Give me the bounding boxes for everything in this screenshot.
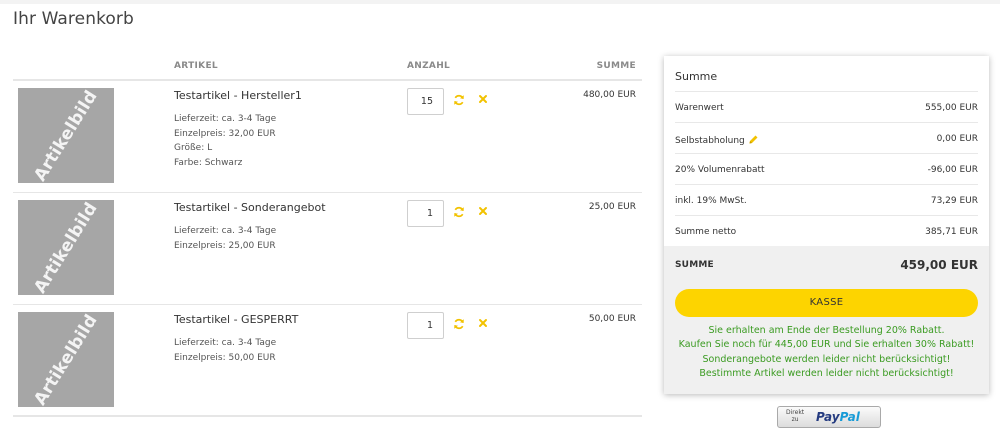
summary-row-merchandise: Warenwert 555,00 EUR <box>675 91 978 122</box>
product-image-placeholder[interactable]: Artikelbild <box>18 200 114 295</box>
summary-label-wrap: Selbstabholung <box>675 134 759 146</box>
product-title[interactable]: Testartikel - GESPERRT <box>174 313 298 326</box>
quantity-input[interactable]: 1 <box>407 200 444 227</box>
summary-value: 0,00 EUR <box>936 134 978 144</box>
close-icon[interactable] <box>478 94 488 104</box>
close-icon[interactable] <box>478 318 488 328</box>
summary-title: Summe <box>675 70 718 83</box>
unit-price: Einzelpreis: 25,00 EUR <box>174 240 276 251</box>
summary-row-discount: 20% Volumenrabatt -96,00 EUR <box>675 153 978 184</box>
cart-table: ARTIKEL ANZAHL SUMME Artikelbild Testart… <box>13 56 642 417</box>
summary-row-vat: inkl. 19% MwSt. 73,29 EUR <box>675 184 978 215</box>
quantity-input[interactable]: 1 <box>407 312 444 339</box>
size: Größe: L <box>174 143 213 153</box>
line-total: 480,00 EUR <box>583 90 636 100</box>
color: Farbe: Schwarz <box>174 157 243 168</box>
summary-value: 555,00 EUR <box>925 103 978 113</box>
summary-label: Selbstabholung <box>675 136 745 146</box>
order-summary: Summe Warenwert 555,00 EUR Selbstabholun… <box>664 56 989 394</box>
cart-row: Artikelbild Testartikel - GESPERRT Liefe… <box>13 305 642 417</box>
column-header-total: SUMME <box>596 61 636 71</box>
discount-note: Sonderangebote werden leider nicht berüc… <box>702 353 951 365</box>
summary-label: inkl. 19% MwSt. <box>675 196 747 206</box>
discount-notes: Sie erhalten am Ende der Bestellung 20% … <box>664 324 989 381</box>
column-header-quantity: ANZAHL <box>407 61 451 71</box>
delivery-time: Lieferzeit: ca. 3-4 Tage <box>174 114 277 124</box>
summary-label: Summe netto <box>675 227 737 237</box>
refresh-icon[interactable] <box>453 94 465 106</box>
summary-label: Warenwert <box>675 103 724 113</box>
summary-label: 20% Volumenrabatt <box>675 165 765 175</box>
line-total: 50,00 EUR <box>588 314 636 324</box>
checkout-button[interactable]: KASSE <box>675 289 978 317</box>
refresh-icon[interactable] <box>453 206 465 218</box>
discount-note: Kaufen Sie noch für 445,00 EUR und Sie e… <box>678 339 975 351</box>
summary-row-shipping: Selbstabholung 0,00 EUR <box>675 122 978 153</box>
quantity-input[interactable]: 15 <box>407 88 444 115</box>
total-value: 459,00 EUR <box>900 258 978 272</box>
product-details: Lieferzeit: ca. 3-4 Tage Einzelpreis: 25… <box>174 224 276 253</box>
product-details: Lieferzeit: ca. 3-4 Tage Einzelpreis: 50… <box>174 336 276 365</box>
unit-price: Einzelpreis: 32,00 EUR <box>174 128 276 139</box>
column-header-article: ARTIKEL <box>174 61 218 71</box>
discount-note: Sie erhalten am Ende der Bestellung 20% … <box>708 325 945 336</box>
top-bar <box>0 0 1000 4</box>
page-title: Ihr Warenkorb <box>13 9 134 29</box>
unit-price: Einzelpreis: 50,00 EUR <box>174 352 276 363</box>
product-title[interactable]: Testartikel - Sonderangebot <box>174 201 326 214</box>
total-label: SUMME <box>675 260 714 270</box>
line-total: 25,00 EUR <box>588 202 636 212</box>
cart-header: ARTIKEL ANZAHL SUMME <box>13 56 642 81</box>
product-title[interactable]: Testartikel - Hersteller1 <box>174 89 302 102</box>
summary-value: -96,00 EUR <box>927 165 978 175</box>
delivery-time: Lieferzeit: ca. 3-4 Tage <box>174 226 277 236</box>
paypal-direct-label: Direkt zu <box>786 409 805 423</box>
pencil-icon[interactable] <box>748 134 759 145</box>
delivery-time: Lieferzeit: ca. 3-4 Tage <box>174 338 277 348</box>
product-image-placeholder[interactable]: Artikelbild <box>18 312 114 407</box>
summary-value: 73,29 EUR <box>930 196 978 206</box>
paypal-logo: PayPal <box>816 410 860 424</box>
product-image-placeholder[interactable]: Artikelbild <box>18 88 114 183</box>
summary-value: 385,71 EUR <box>925 227 978 237</box>
cart-row: Artikelbild Testartikel - Hersteller1 Li… <box>13 81 642 193</box>
cart-row: Artikelbild Testartikel - Sonderangebot … <box>13 193 642 305</box>
summary-total-section: SUMME 459,00 EUR KASSE Sie erhalten am E… <box>664 246 989 394</box>
summary-row-net: Summe netto 385,71 EUR <box>675 215 978 246</box>
discount-note: Bestimmte Artikel werden leider nicht be… <box>699 367 954 379</box>
product-details: Lieferzeit: ca. 3-4 Tage Einzelpreis: 32… <box>174 112 276 170</box>
paypal-checkout-button[interactable]: Direkt zu PayPal <box>777 406 881 428</box>
refresh-icon[interactable] <box>453 318 465 330</box>
close-icon[interactable] <box>478 206 488 216</box>
